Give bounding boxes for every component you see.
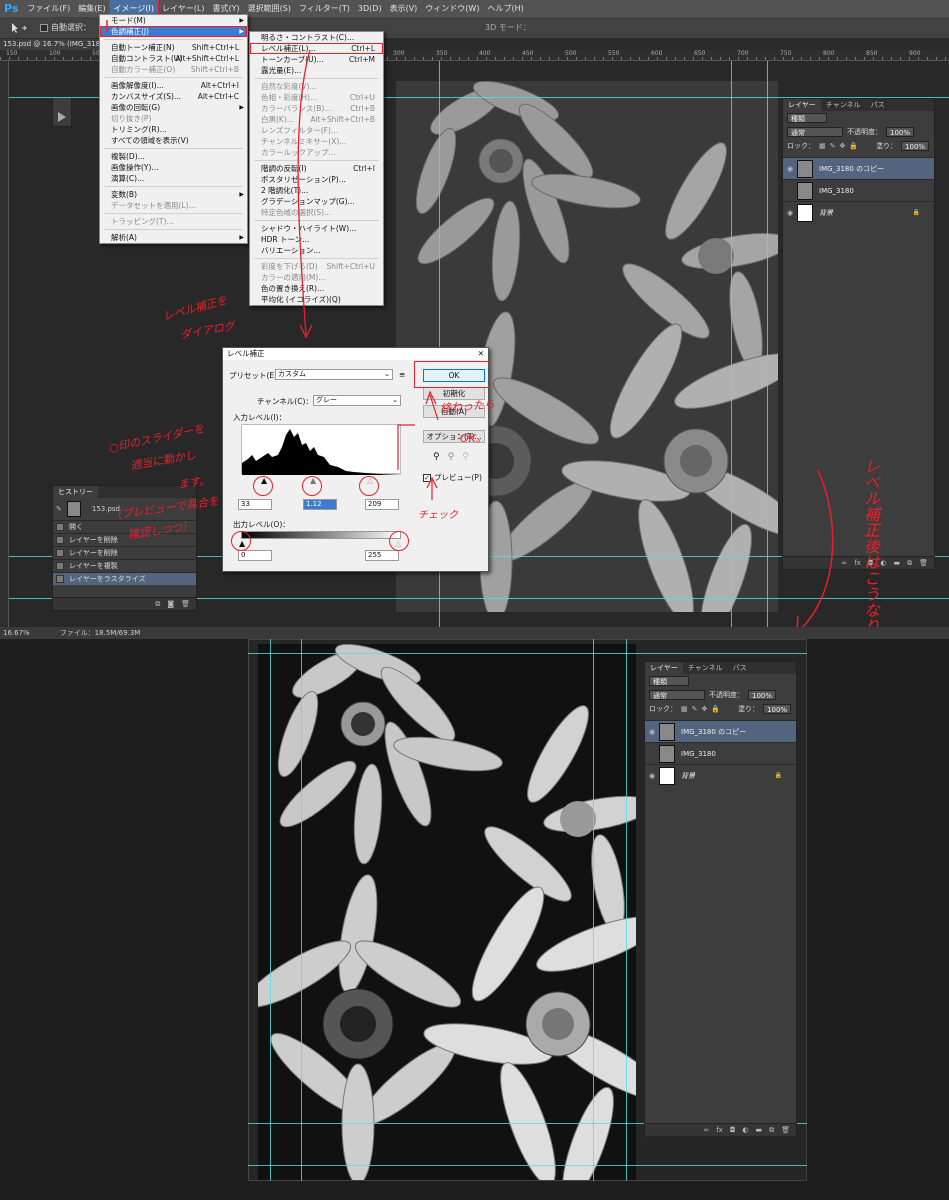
guide-vertical [626, 639, 627, 1181]
annotation-check: チェック [418, 510, 458, 521]
opacity-input[interactable]: 100% [748, 690, 777, 700]
fill-input[interactable]: 100% [763, 704, 792, 714]
layers-tabs: レイヤー チャンネル パス [645, 662, 796, 674]
guide-horizontal [248, 1165, 807, 1166]
eye-icon[interactable]: ◉ [645, 728, 659, 736]
mask-icon[interactable]: ◘ [730, 1126, 736, 1134]
eye-icon[interactable]: ◉ [645, 772, 659, 780]
layer-name: IMG_3180 [681, 749, 716, 758]
guide-vertical [270, 639, 271, 1181]
link-icon[interactable]: ∞ [703, 1126, 709, 1134]
folder-icon[interactable]: ▬ [755, 1126, 762, 1134]
layer-thumbnail [659, 744, 675, 763]
kind-select[interactable]: 種類 [649, 676, 689, 686]
file-size: ファイル：18.5M/69.3M [59, 629, 141, 637]
zoom-level[interactable]: 16.67% [3, 629, 30, 637]
lock-icon: 🔒 [774, 772, 782, 779]
photoshop-window: Ps ファイル(F) 編集(E) イメージ(I) レイヤー(L) 書式(Y) 選… [0, 0, 949, 1200]
layers-footer: ∞ fx ◘ ◐ ▬ ⧉ 🗑 [645, 1123, 796, 1136]
trash-icon[interactable]: 🗑 [781, 1126, 790, 1134]
blend-mode-select[interactable]: 通常 [649, 690, 705, 700]
annotation-done-2: OK。 [460, 432, 487, 445]
layer-row[interactable]: ◉ IMG_3180 のコピー [645, 720, 796, 742]
layer-row[interactable]: ◉ 背景 🔒 [645, 764, 796, 786]
fill-label: 塗り： [738, 705, 760, 713]
guide-vertical [301, 639, 302, 1181]
photo-after[interactable] [258, 644, 636, 1180]
layer-list: ◉ IMG_3180 のコピー IMG_3180 ◉ 背景 🔒 [645, 720, 796, 786]
layer-row[interactable]: IMG_3180 [645, 742, 796, 764]
tab-layers[interactable]: レイヤー [645, 662, 683, 674]
layers-panel-bottom: レイヤー チャンネル パス 種類 通常 不透明度： 100% ロック： ▦✎✥🔒… [644, 661, 797, 1137]
layer-name: 背景 [681, 771, 695, 780]
layer-filter-row: 種類 [645, 674, 796, 688]
adjustment-icon[interactable]: ◐ [742, 1126, 748, 1134]
new-layer-icon[interactable]: ⧉ [769, 1126, 774, 1135]
lock-label: ロック： [649, 705, 677, 713]
lock-icons[interactable]: ▦✎✥🔒 [681, 705, 724, 713]
tab-paths[interactable]: パス [728, 662, 752, 674]
lock-row: ロック： ▦✎✥🔒 塗り： 100% [645, 702, 796, 716]
tab-channels[interactable]: チャンネル [683, 662, 728, 674]
fx-icon[interactable]: fx [716, 1126, 723, 1134]
layer-thumbnail [659, 766, 675, 785]
status-bar: 16.67% ファイル：18.5M/69.3M [0, 627, 949, 639]
layer-name: IMG_3180 のコピー [681, 727, 747, 736]
guide-horizontal [248, 653, 807, 654]
guide-vertical [593, 639, 594, 1181]
blend-row: 通常 不透明度： 100% [645, 688, 796, 702]
layer-thumbnail [659, 722, 675, 741]
opacity-label: 不透明度： [709, 691, 744, 699]
